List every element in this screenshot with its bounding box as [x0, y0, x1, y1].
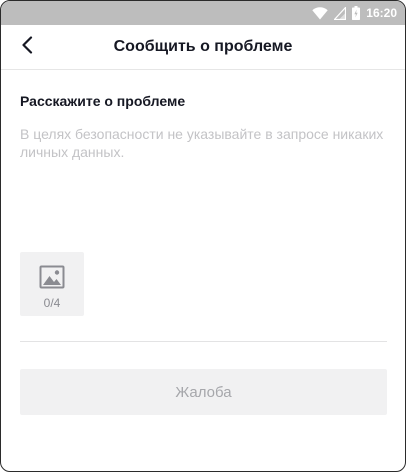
image-count: 0/4	[43, 296, 61, 310]
battery-icon	[352, 6, 361, 20]
chevron-left-icon	[21, 35, 33, 59]
image-icon	[39, 265, 65, 294]
submit-report-button[interactable]: Жалоба	[20, 369, 387, 415]
section-title: Расскажите о проблеме	[20, 93, 186, 109]
image-upload-button[interactable]: 0/4	[20, 252, 84, 316]
signal-icon	[334, 6, 347, 20]
back-button[interactable]	[13, 33, 41, 61]
status-icons: 16:20	[312, 4, 397, 22]
wifi-icon	[312, 6, 328, 20]
divider	[20, 341, 387, 342]
status-bar: 16:20	[1, 1, 405, 25]
status-time: 16:20	[366, 6, 397, 20]
app-window: 16:20 Сообщить о проблеме Расскажите о п…	[0, 0, 406, 472]
page-title: Сообщить о проблеме	[113, 38, 293, 55]
problem-description-input[interactable]	[20, 125, 388, 237]
header: Сообщить о проблеме	[1, 25, 405, 70]
